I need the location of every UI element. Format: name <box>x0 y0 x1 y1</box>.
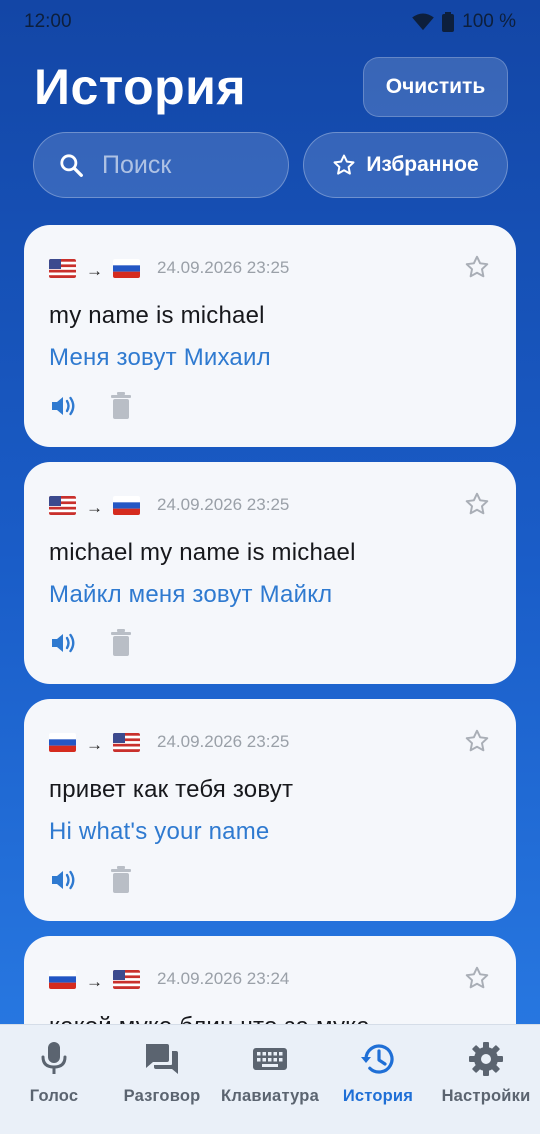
flag-ru-icon <box>49 969 76 989</box>
search-placeholder: Поиск <box>102 150 172 179</box>
card-meta: → 24.09.2026 23:25 <box>49 255 289 281</box>
flag-ru-icon <box>49 732 76 752</box>
history-card[interactable]: → 24.09.2026 23:24 какой муке блин что з… <box>24 936 516 1040</box>
gear-icon <box>469 1042 503 1076</box>
translated-text: Майкл меня зовут Майкл <box>49 581 333 608</box>
flag-ru-icon <box>113 258 140 278</box>
translated-text: Меня зовут Михаил <box>49 344 271 371</box>
nav-item-conversation[interactable]: Разговор <box>108 1025 216 1134</box>
nav-label: Клавиатура <box>221 1087 319 1105</box>
history-card[interactable]: → 24.09.2026 23:25 my name is michael Ме… <box>24 225 516 447</box>
status-bar: 12:00 100 % <box>0 0 540 44</box>
original-text: привет как тебя зовут <box>49 776 294 803</box>
chat-icon <box>146 1044 178 1074</box>
trash-icon[interactable] <box>110 866 132 894</box>
trash-icon[interactable] <box>110 629 132 657</box>
favorites-label: Избранное <box>366 153 479 176</box>
nav-item-settings[interactable]: Настройки <box>432 1025 540 1134</box>
direction-arrow: → <box>86 498 103 517</box>
search-input[interactable]: Поиск <box>33 132 289 198</box>
star-outline-icon <box>333 154 355 175</box>
original-text: michael my name is michael <box>49 539 356 566</box>
speaker-icon[interactable] <box>50 394 78 418</box>
speaker-icon[interactable] <box>50 868 78 892</box>
history-card[interactable]: → 24.09.2026 23:25 привет как тебя зовут… <box>24 699 516 921</box>
trash-icon[interactable] <box>110 392 132 420</box>
history-card[interactable]: → 24.09.2026 23:25 michael my name is mi… <box>24 462 516 684</box>
keyboard-icon <box>253 1048 287 1070</box>
flag-us-icon <box>113 732 140 752</box>
flag-us-icon <box>49 258 76 278</box>
flag-us-icon <box>113 969 140 989</box>
bottom-nav: Голос Разговор Клавиатура История Настро… <box>0 1024 540 1134</box>
speaker-icon[interactable] <box>50 631 78 655</box>
card-date: 24.09.2026 23:25 <box>157 258 290 277</box>
flag-us-icon <box>49 495 76 515</box>
direction-arrow: → <box>86 735 103 754</box>
nav-item-voice[interactable]: Голос <box>0 1025 108 1134</box>
nav-label: История <box>342 1087 414 1105</box>
page-title: История <box>34 59 247 115</box>
history-icon <box>361 1044 394 1074</box>
favorite-star-icon[interactable] <box>464 965 490 991</box>
clear-button[interactable]: Очистить <box>363 57 508 117</box>
nav-label: Голос <box>29 1087 79 1105</box>
nav-label: Настройки <box>441 1087 531 1105</box>
status-time: 12:00 <box>24 11 72 32</box>
nav-item-keyboard[interactable]: Клавиатура <box>216 1025 324 1134</box>
direction-arrow: → <box>86 972 103 991</box>
nav-label: Разговор <box>123 1087 201 1105</box>
card-date: 24.09.2026 23:25 <box>157 495 290 514</box>
original-text: my name is michael <box>49 302 265 329</box>
favorite-star-icon[interactable] <box>464 491 490 517</box>
favorite-star-icon[interactable] <box>464 728 490 754</box>
wifi-icon <box>412 13 434 31</box>
nav-item-history[interactable]: История <box>324 1025 432 1134</box>
battery-level: 100 % <box>462 11 516 32</box>
direction-arrow: → <box>86 261 103 280</box>
search-icon <box>60 154 83 177</box>
card-meta: → 24.09.2026 23:24 <box>49 966 289 992</box>
mic-icon <box>41 1042 67 1074</box>
card-date: 24.09.2026 23:24 <box>157 969 290 988</box>
favorites-filter-button[interactable]: Избранное <box>303 132 508 198</box>
card-meta: → 24.09.2026 23:25 <box>49 729 289 755</box>
battery-icon <box>442 12 455 32</box>
translated-text: Hi what's your name <box>49 818 270 845</box>
status-icons: 100 % <box>412 11 516 33</box>
card-meta: → 24.09.2026 23:25 <box>49 492 289 518</box>
flag-ru-icon <box>113 495 140 515</box>
favorite-star-icon[interactable] <box>464 254 490 280</box>
card-date: 24.09.2026 23:25 <box>157 732 290 751</box>
